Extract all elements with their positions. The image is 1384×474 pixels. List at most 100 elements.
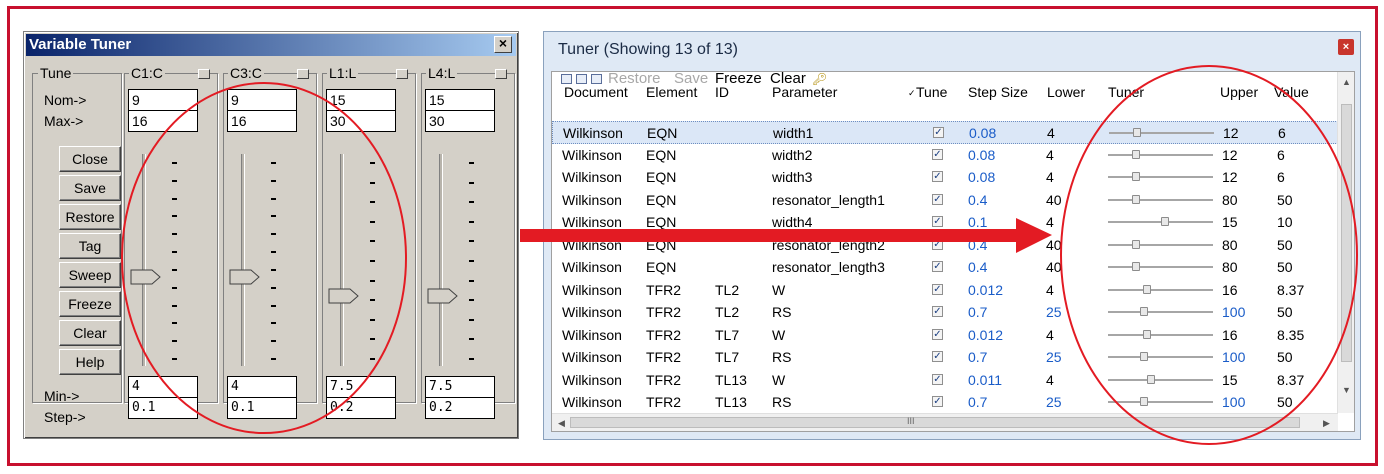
close-button[interactable]: Close <box>59 146 121 172</box>
slider-thumb[interactable] <box>328 288 360 304</box>
step-input[interactable]: 0.1 <box>227 397 297 419</box>
slider-thumb[interactable] <box>229 269 261 285</box>
max-input[interactable]: 30 <box>425 110 495 132</box>
table-row[interactable]: Wilkinson EQN width2 ✓ 0.08 4 12 6 <box>552 144 1338 167</box>
slider-track[interactable] <box>340 154 344 366</box>
tuner-slider[interactable] <box>1108 266 1213 268</box>
tuner-slider-thumb[interactable] <box>1132 149 1141 159</box>
tuner-slider[interactable] <box>1108 378 1213 381</box>
table-row[interactable]: Wilkinson EQN resonator_length3 ✓ 0.4 40 80 50 <box>552 256 1338 279</box>
horizontal-scroll-thumb[interactable]: III <box>570 416 1300 428</box>
horizontal-scrollbar[interactable]: ◀ III ▶ <box>552 413 1338 431</box>
tune-checkbox[interactable]: ✓ <box>932 216 943 227</box>
scroll-down-icon[interactable]: ▼ <box>1342 385 1351 395</box>
col-step-size[interactable]: Step Size <box>968 84 1028 106</box>
table-row[interactable]: Wilkinson TFR2 TL13 W ✓ 0.011 4 15 8.37 <box>552 369 1338 392</box>
table-row[interactable]: Wilkinson EQN resonator_length2 ✓ 0.4 40 80 50 <box>552 234 1338 257</box>
vertical-scroll-thumb[interactable] <box>1341 104 1352 362</box>
tuner-slider-thumb[interactable] <box>1132 262 1141 271</box>
tuner-slider-thumb[interactable] <box>1142 329 1151 339</box>
tuner-slider-thumb[interactable] <box>1140 397 1148 406</box>
close-icon[interactable]: × <box>494 36 512 53</box>
tuner-slider[interactable] <box>1108 356 1213 358</box>
step-input[interactable]: 0.2 <box>425 397 495 419</box>
max-input[interactable]: 30 <box>326 110 396 132</box>
col-value[interactable]: Value <box>1274 84 1309 106</box>
vertical-scrollbar[interactable]: ▲ ▼ <box>1337 72 1354 413</box>
tuner-slider-thumb[interactable] <box>1132 172 1141 181</box>
tune-checkbox[interactable]: ✓ <box>932 283 943 295</box>
tuner-slider-thumb[interactable] <box>1140 352 1148 361</box>
tuner-slider[interactable] <box>1108 288 1213 291</box>
nom-input[interactable]: 15 <box>425 89 495 111</box>
tuner-slider-thumb[interactable] <box>1161 217 1170 226</box>
min-input[interactable]: 7.5 <box>326 376 396 398</box>
variable-menu-button[interactable] <box>198 69 210 79</box>
col-lower[interactable]: Lower <box>1047 84 1085 106</box>
tuner-slider[interactable] <box>1108 333 1213 336</box>
clear-button[interactable]: Clear <box>59 320 121 346</box>
tune-checkbox[interactable]: ✓ <box>933 127 944 138</box>
max-input[interactable]: 16 <box>227 110 297 132</box>
col-id[interactable]: ID <box>715 84 729 106</box>
slider-thumb[interactable] <box>130 269 162 285</box>
tune-checkbox[interactable]: ✓ <box>932 328 943 340</box>
scroll-right-icon[interactable]: ▶ <box>1323 418 1330 429</box>
tuner-slider-thumb[interactable] <box>1133 128 1142 137</box>
table-row[interactable]: Wilkinson EQN width1 ✓ 0.08 4 12 6 <box>552 121 1338 144</box>
nom-input[interactable]: 15 <box>326 89 396 111</box>
table-row[interactable]: Wilkinson TFR2 TL13 RS ✓ 0.7 25 100 50 <box>552 391 1338 414</box>
max-input[interactable]: 16 <box>128 110 198 132</box>
close-icon[interactable]: × <box>1338 39 1354 55</box>
tune-checkbox[interactable]: ✓ <box>932 306 943 317</box>
tuner-slider-thumb[interactable] <box>1132 194 1141 204</box>
tune-checkbox[interactable]: ✓ <box>932 171 943 182</box>
tune-checkbox[interactable]: ✓ <box>932 351 943 362</box>
tune-checkbox[interactable]: ✓ <box>932 396 943 407</box>
tune-checkbox[interactable]: ✓ <box>932 193 943 205</box>
table-row[interactable]: Wilkinson EQN width3 ✓ 0.08 4 12 6 <box>552 166 1338 189</box>
tune-checkbox[interactable]: ✓ <box>932 373 943 385</box>
col-element[interactable]: Element <box>646 84 697 106</box>
slider-thumb[interactable] <box>427 288 459 304</box>
tuner-slider[interactable] <box>1108 311 1213 313</box>
slider-track[interactable] <box>142 154 146 366</box>
save-button[interactable]: Save <box>59 175 121 201</box>
table-row[interactable]: Wilkinson EQN resonator_length1 ✓ 0.4 40 80 50 <box>552 189 1338 212</box>
nom-input[interactable]: 9 <box>227 89 297 111</box>
tuner-slider[interactable] <box>1108 243 1213 246</box>
variable-menu-button[interactable] <box>396 69 408 79</box>
col-tune[interactable]: Tune <box>916 84 947 106</box>
tuner-slider-thumb[interactable] <box>1142 284 1151 294</box>
min-input[interactable]: 7.5 <box>425 376 495 398</box>
tuner-slider-thumb[interactable] <box>1146 374 1155 384</box>
freeze-button[interactable]: Freeze <box>59 291 121 317</box>
tuner-slider[interactable] <box>1109 132 1214 134</box>
scroll-up-icon[interactable]: ▲ <box>1342 77 1351 87</box>
restore-button[interactable]: Restore <box>59 204 121 230</box>
tune-checkbox[interactable]: ✓ <box>932 148 943 160</box>
variable-menu-button[interactable] <box>495 69 507 79</box>
copy-icon[interactable] <box>591 74 602 84</box>
variable-menu-button[interactable] <box>297 69 309 79</box>
table-row[interactable]: Wilkinson TFR2 TL2 W ✓ 0.012 4 16 8.37 <box>552 279 1338 302</box>
scroll-left-icon[interactable]: ◀ <box>558 418 565 429</box>
grid-icon[interactable] <box>576 74 587 84</box>
help-button[interactable]: Help <box>59 349 121 375</box>
col-tuner[interactable]: Tuner <box>1108 84 1144 106</box>
tune-checkbox[interactable]: ✓ <box>932 261 943 272</box>
tuner-slider-thumb[interactable] <box>1132 239 1141 249</box>
table-row[interactable]: Wilkinson TFR2 TL7 W ✓ 0.012 4 16 8.35 <box>552 324 1338 347</box>
step-input[interactable]: 0.1 <box>128 397 198 419</box>
step-input[interactable]: 0.2 <box>326 397 396 419</box>
tuner-slider[interactable] <box>1108 401 1213 403</box>
tag-button[interactable]: Tag <box>59 233 121 259</box>
col-upper[interactable]: Upper <box>1220 84 1258 106</box>
min-input[interactable]: 4 <box>128 376 198 398</box>
tuner-slider[interactable] <box>1108 198 1213 201</box>
col-parameter[interactable]: Parameter <box>772 84 837 106</box>
slider-track[interactable] <box>241 154 245 366</box>
table-row[interactable]: Wilkinson TFR2 TL7 RS ✓ 0.7 25 100 50 <box>552 346 1338 369</box>
min-input[interactable]: 4 <box>227 376 297 398</box>
sweep-button[interactable]: Sweep <box>59 262 121 288</box>
